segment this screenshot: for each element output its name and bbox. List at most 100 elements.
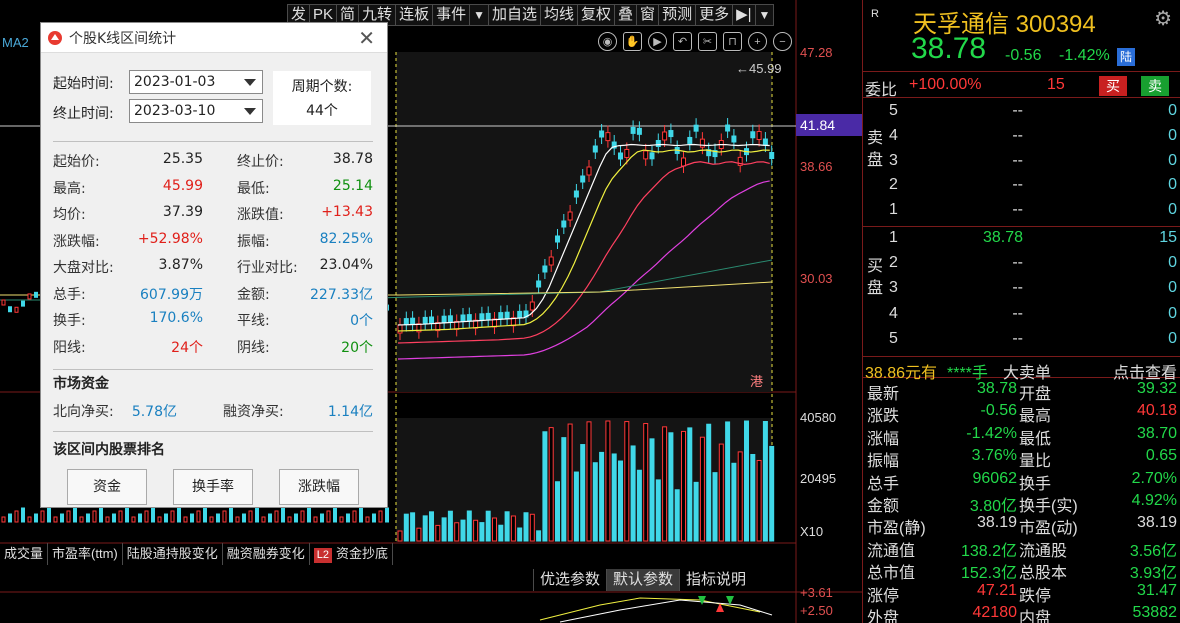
big-trade-line[interactable]: 38.86元有 ****手 大卖单 点击查看 (863, 356, 1180, 382)
ask-row[interactable]: 4 -- 0 (863, 127, 1180, 152)
toolbar-button[interactable]: 更多 (695, 4, 734, 26)
volume-bar (27, 516, 32, 523)
volume-axis-label: 40580 (800, 410, 837, 425)
toolbar-button[interactable]: 连板 (395, 4, 434, 26)
quote-stat-row: 市盈(静) 38.19 市盈(动) 38.19 (867, 514, 1177, 538)
volume-bar (567, 423, 573, 542)
tab-pe-ttm[interactable]: 市盈率(ttm) (48, 543, 123, 565)
period-count-value: 44个 (306, 103, 338, 119)
volume-bar (473, 519, 479, 542)
volume-bar (235, 516, 240, 523)
volume-bar (190, 513, 194, 523)
candle (441, 315, 447, 323)
bid-row[interactable]: 3 -- 0 (863, 279, 1180, 304)
volume-bar (79, 516, 84, 523)
indicator-help-button[interactable]: 指标说明 (679, 569, 752, 591)
bid-row[interactable]: 4 -- 0 (863, 305, 1180, 330)
ask-row[interactable]: 1 -- 0 (863, 201, 1180, 226)
close-icon[interactable]: ✕ (358, 26, 375, 50)
zoom-in-icon[interactable]: + (748, 32, 767, 51)
candle (529, 301, 535, 311)
ask-row[interactable]: 2 -- 0 (863, 176, 1180, 201)
tab-fund-bottom[interactable]: L2 资金抄底 (310, 543, 394, 565)
candle (403, 318, 409, 326)
toolbar-button[interactable]: ▼ (754, 4, 775, 26)
candle (643, 150, 649, 160)
quote-stat-row: 外盘 42180 内盘 53882 (867, 604, 1177, 623)
toolbar-button[interactable]: 均线 (540, 4, 579, 26)
undo-icon[interactable]: ↶ (673, 32, 692, 51)
candle (479, 313, 485, 321)
volume-bar (536, 530, 542, 542)
buy-button[interactable]: 买 (1099, 76, 1127, 96)
price-axis-label: 30.03 (800, 271, 833, 286)
tab-northbound-holding[interactable]: 陆股通持股变化 (123, 543, 223, 565)
hand-icon[interactable]: ✋ (623, 32, 642, 51)
volume-axis-unit: X10 (800, 524, 824, 539)
toolbar-button[interactable]: 复权 (577, 4, 616, 26)
toolbar-button[interactable]: 加自选 (487, 4, 541, 26)
dialog-titlebar[interactable]: 个股K线区间统计 (41, 23, 387, 53)
last-price: 38.78 (911, 32, 987, 65)
toolbar-button[interactable]: ▼ (469, 4, 489, 26)
zoom-out-icon[interactable]: − (773, 32, 792, 51)
candle (1, 299, 6, 306)
candle (422, 316, 428, 324)
toolbar-button[interactable]: 事件 (432, 4, 471, 26)
candle (762, 138, 768, 146)
volume-bar (73, 507, 77, 523)
volume-bar (131, 516, 136, 523)
volume-bar (422, 515, 428, 542)
candle (561, 220, 567, 228)
r-badge: R (871, 8, 879, 20)
volume-bar (261, 516, 266, 523)
candle (618, 152, 623, 160)
eye-icon[interactable]: ◉ (598, 32, 617, 51)
play-icon[interactable]: ▶ (648, 32, 667, 51)
volume-bar (492, 517, 497, 542)
bid-row[interactable]: 1 38.78 15 (863, 229, 1180, 254)
volume-bar (655, 479, 661, 542)
volume-bar (21, 507, 25, 523)
default-params-button[interactable]: 默认参数 (606, 569, 680, 591)
start-time-select[interactable]: 2023-01-03 (129, 70, 263, 94)
ask-row[interactable]: 5 -- 0 (863, 102, 1180, 127)
rank-by-turnover-button[interactable]: 换手率 (173, 469, 253, 505)
quote-stat-row: 振幅 3.76% 量比 0.65 (867, 447, 1177, 471)
toolbar-button[interactable]: 叠 (614, 4, 638, 26)
volume-bar (164, 513, 168, 523)
rank-by-change-button[interactable]: 涨跌幅 (279, 469, 359, 505)
end-time-select[interactable]: 2023-03-10 (129, 99, 263, 123)
order-ratio-label: 委比 (865, 82, 898, 99)
dialog-title: 个股K线区间统计 (69, 30, 177, 47)
optimal-params-button[interactable]: 优选参数 (533, 569, 606, 591)
volume-bar (86, 513, 90, 523)
gear-icon[interactable]: ⚙ (1154, 6, 1172, 31)
volume-bar (92, 510, 97, 523)
scissors-icon[interactable]: ✂ (698, 32, 717, 51)
tab-margin[interactable]: 融资融券变化 (223, 543, 310, 565)
toolbar-button[interactable]: 预测 (658, 4, 697, 26)
volume-bar (66, 510, 71, 523)
bid-row[interactable]: 2 -- 0 (863, 254, 1180, 279)
toolbar-button[interactable]: ▶| (732, 4, 756, 26)
price-change-pct: -1.42% (1059, 47, 1110, 64)
ask-row[interactable]: 3 -- 0 (863, 152, 1180, 177)
volume-bar (255, 507, 259, 523)
market-funds-title: 市场资金 (53, 376, 109, 392)
rank-by-funds-button[interactable]: 资金 (67, 469, 147, 505)
start-time-label: 起始时间: (53, 76, 114, 92)
quote-stat-row: 总手 96062 换手 2.70% (867, 469, 1177, 493)
lock-icon[interactable]: ⊓ (723, 32, 742, 51)
volume-bar (731, 462, 737, 542)
volume-bar (372, 513, 376, 523)
volume-bar (320, 513, 324, 523)
volume-bar (268, 513, 272, 523)
volume-bar (222, 510, 227, 523)
volume-bar (592, 462, 598, 542)
tab-volume[interactable]: 成交量 (0, 543, 49, 565)
bid-row[interactable]: 5 -- 0 (863, 330, 1180, 355)
toolbar-button[interactable]: 窗 (636, 4, 660, 26)
sell-button[interactable]: 卖 (1141, 76, 1169, 96)
volume-bar (529, 513, 535, 542)
